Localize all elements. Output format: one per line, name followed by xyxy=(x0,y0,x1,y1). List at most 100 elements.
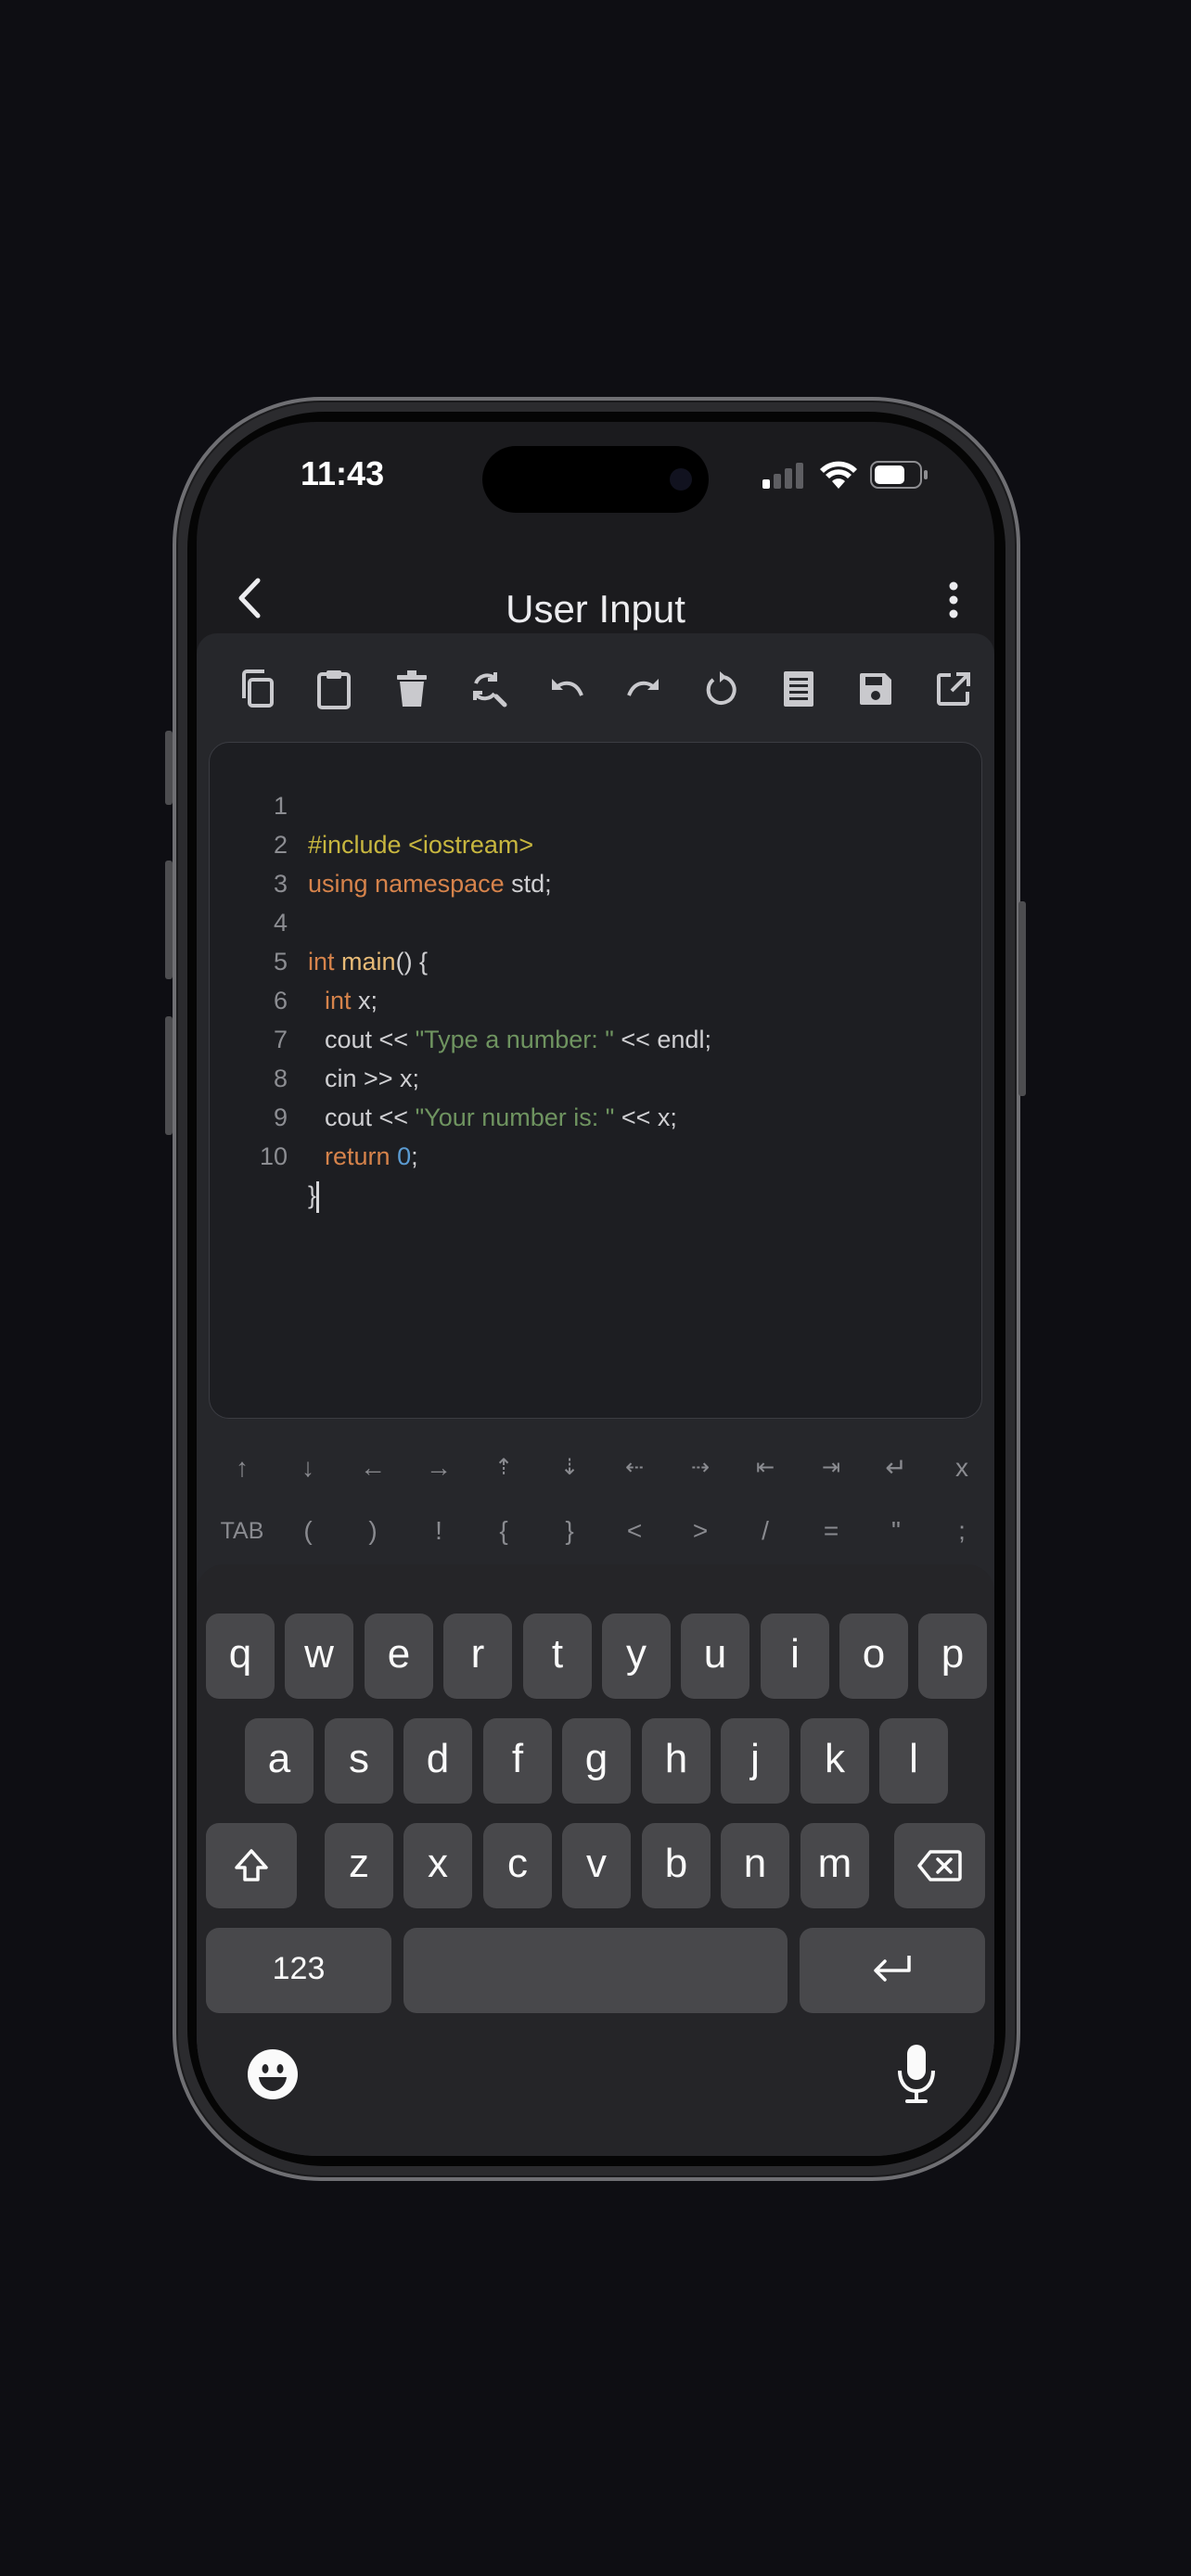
return-icon xyxy=(874,1956,911,1982)
page-title: User Input xyxy=(506,587,685,631)
extra-key-open-paren[interactable]: ( xyxy=(275,1503,340,1559)
space-key[interactable] xyxy=(403,1928,788,2013)
key-p[interactable]: p xyxy=(918,1613,987,1699)
key-o[interactable]: o xyxy=(839,1613,908,1699)
key-s[interactable]: s xyxy=(325,1718,393,1804)
more-options-icon[interactable] xyxy=(948,581,959,618)
extra-key-close-brace[interactable]: } xyxy=(537,1503,602,1559)
code-line: 5 int x; xyxy=(210,903,981,1014)
emoji-icon[interactable] xyxy=(247,2048,299,2100)
action-button xyxy=(165,731,173,805)
copy-icon[interactable] xyxy=(229,661,285,717)
extra-key-open-brace[interactable]: { xyxy=(471,1503,536,1559)
code-text: ; xyxy=(411,1142,418,1170)
code-line: 6 cout << "Type a number: " << endl; xyxy=(210,942,981,1053)
code-line: 9 return 0; xyxy=(210,1059,981,1170)
extra-key-end[interactable]: ⇥ xyxy=(799,1440,864,1496)
save-icon[interactable] xyxy=(848,661,903,717)
key-n[interactable]: n xyxy=(721,1823,789,1908)
code-text: } xyxy=(308,1181,317,1209)
editor-toolbar xyxy=(197,633,994,745)
numbers-key[interactable]: 123 xyxy=(206,1928,391,2013)
front-camera xyxy=(670,468,692,491)
key-a[interactable]: a xyxy=(245,1718,314,1804)
extra-key-word-left[interactable]: ⇠ xyxy=(602,1440,667,1496)
microphone-icon[interactable] xyxy=(896,2043,937,2104)
on-screen-keyboard: q w e r t y u i o p a s d f g h j k l z … xyxy=(197,1564,994,2156)
extra-key-tab[interactable]: TAB xyxy=(210,1503,275,1559)
key-q[interactable]: q xyxy=(206,1613,275,1699)
extra-key-semicolon[interactable]: ; xyxy=(929,1503,994,1559)
refresh-icon[interactable] xyxy=(694,661,749,717)
shift-icon xyxy=(235,1849,268,1881)
extra-key-page-down[interactable]: ⇣ xyxy=(537,1440,602,1496)
extra-key-less-than[interactable]: < xyxy=(602,1503,667,1559)
key-b[interactable]: b xyxy=(642,1823,711,1908)
key-h[interactable]: h xyxy=(642,1718,711,1804)
key-k[interactable]: k xyxy=(800,1718,869,1804)
key-d[interactable]: d xyxy=(403,1718,472,1804)
open-external-icon[interactable] xyxy=(926,661,981,717)
extra-key-left[interactable]: ← xyxy=(340,1440,405,1496)
key-e[interactable]: e xyxy=(365,1613,433,1699)
dynamic-island xyxy=(482,446,709,513)
key-y[interactable]: y xyxy=(602,1613,671,1699)
key-r[interactable]: r xyxy=(443,1613,512,1699)
extra-key-word-right[interactable]: ⇢ xyxy=(668,1440,733,1496)
code-line: 8 cout << "Your number is: " << x; xyxy=(210,1020,981,1131)
key-u[interactable]: u xyxy=(681,1613,749,1699)
line-number: 10 xyxy=(259,1142,288,1170)
extra-key-greater-than[interactable]: > xyxy=(668,1503,733,1559)
key-c[interactable]: c xyxy=(483,1823,552,1908)
text-cursor xyxy=(316,1180,320,1213)
extra-keys-bar: ↑ ↓ ← → ⇡ ⇣ ⇠ ⇢ ⇤ ⇥ ↵ x TAB ( ) ! { } < … xyxy=(197,1433,994,1562)
extra-key-up[interactable]: ↑ xyxy=(210,1440,275,1496)
key-j[interactable]: j xyxy=(721,1718,789,1804)
extra-key-down[interactable]: ↓ xyxy=(275,1440,340,1496)
delete-icon[interactable] xyxy=(384,661,440,717)
extra-key-close-paren[interactable]: ) xyxy=(340,1503,405,1559)
code-line: 7 cin >> x; xyxy=(210,981,981,1092)
cellular-signal-icon xyxy=(762,463,803,489)
code-keyword: return xyxy=(325,1142,391,1170)
extra-key-quote[interactable]: " xyxy=(864,1503,928,1559)
key-w[interactable]: w xyxy=(285,1613,353,1699)
format-icon[interactable] xyxy=(771,661,826,717)
key-m[interactable]: m xyxy=(800,1823,869,1908)
code-editor[interactable]: 1 #include <iostream> 2 using namespace … xyxy=(209,742,982,1723)
find-replace-icon[interactable] xyxy=(461,661,517,717)
code-number: 0 xyxy=(397,1142,412,1170)
key-i[interactable]: i xyxy=(761,1613,829,1699)
screen: 11:43 User Input 1 #include <iostream> 2… xyxy=(197,422,994,2156)
extra-key-home[interactable]: ⇤ xyxy=(733,1440,798,1496)
status-bar: 11:43 xyxy=(197,422,994,533)
extra-key-enter[interactable]: ↵ xyxy=(864,1440,928,1496)
extra-key-close[interactable]: x xyxy=(929,1440,994,1496)
key-t[interactable]: t xyxy=(523,1613,592,1699)
backspace-key[interactable] xyxy=(894,1823,985,1908)
extra-key-exclamation[interactable]: ! xyxy=(406,1503,471,1559)
undo-icon[interactable] xyxy=(539,661,595,717)
backspace-icon xyxy=(917,1850,962,1881)
extra-key-slash[interactable]: / xyxy=(733,1503,798,1559)
status-time: 11:43 xyxy=(301,454,385,492)
paste-icon[interactable] xyxy=(306,661,362,717)
extra-key-equals[interactable]: = xyxy=(799,1503,864,1559)
volume-up-button xyxy=(165,861,173,979)
key-l[interactable]: l xyxy=(879,1718,948,1804)
key-x[interactable]: x xyxy=(403,1823,472,1908)
code-line: 10 } xyxy=(210,1098,981,1213)
wifi-icon xyxy=(820,461,857,489)
code-line: 3 xyxy=(210,825,981,898)
key-z[interactable]: z xyxy=(325,1823,393,1908)
extra-key-page-up[interactable]: ⇡ xyxy=(471,1440,536,1496)
extra-key-right[interactable]: → xyxy=(406,1440,471,1496)
key-v[interactable]: v xyxy=(562,1823,631,1908)
key-g[interactable]: g xyxy=(562,1718,631,1804)
redo-icon[interactable] xyxy=(616,661,672,717)
code-line: 2 using namespace std; xyxy=(210,786,981,898)
key-f[interactable]: f xyxy=(483,1718,552,1804)
return-key[interactable] xyxy=(800,1928,985,2013)
battery-icon xyxy=(870,461,928,489)
shift-key[interactable] xyxy=(206,1823,297,1908)
